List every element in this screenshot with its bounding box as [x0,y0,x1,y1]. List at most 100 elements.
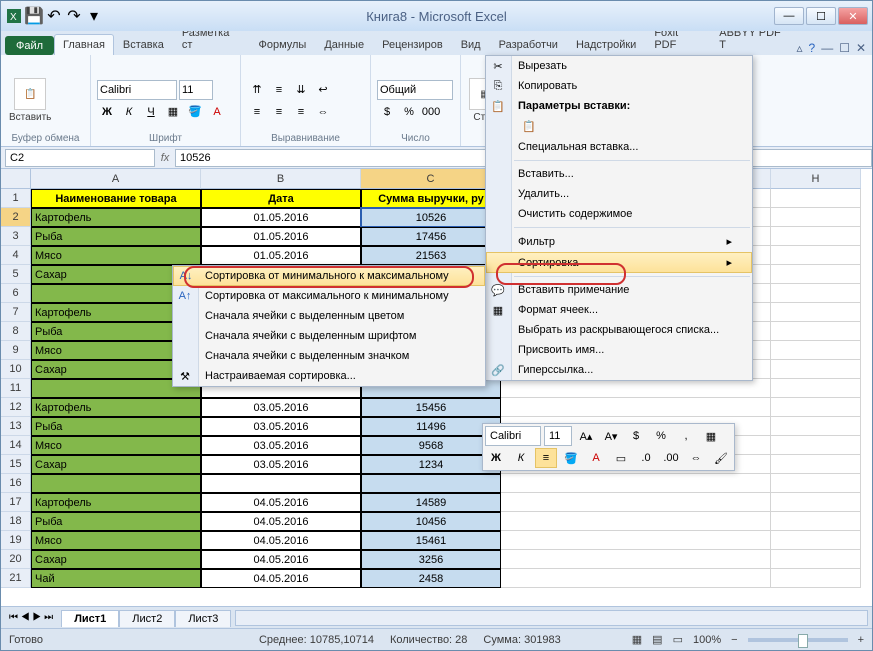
sheet-nav[interactable]: ⏮ ◀ ▶ ⏭ [1,612,61,623]
col-header-a[interactable]: A [31,169,201,189]
merge-button[interactable]: ⇔ [313,102,333,122]
row-header[interactable]: 6 [1,284,31,303]
underline-button[interactable]: Ч [141,102,161,122]
row-header[interactable]: 10 [1,360,31,379]
maximize-button[interactable]: ☐ [806,7,836,25]
mini-italic-button[interactable]: К [510,448,532,468]
ctx-sort-custom[interactable]: ⚒Настраиваемая сортировка... [173,366,485,386]
cell[interactable]: 03.05.2016 [201,417,361,436]
zoom-level[interactable]: 100% [693,634,721,646]
cell[interactable] [771,512,861,531]
row-header[interactable]: 5 [1,265,31,284]
cell[interactable]: 1234 [361,455,501,474]
row-header[interactable]: 3 [1,227,31,246]
mini-align-button[interactable]: ≡ [535,448,557,468]
cell[interactable]: Рыба [31,417,201,436]
align-bot-button[interactable]: ⇊ [291,80,311,100]
cell[interactable]: Мясо [31,436,201,455]
help-icon[interactable]: ? [809,41,816,55]
cell[interactable]: 14589 [361,493,501,512]
row-header[interactable]: 8 [1,322,31,341]
tab-formulas[interactable]: Формулы [249,34,315,55]
cell[interactable] [771,341,861,360]
cell[interactable] [771,550,861,569]
cell[interactable]: 04.05.2016 [201,512,361,531]
cell[interactable]: Рыба [31,227,201,246]
tab-developer[interactable]: Разработчи [490,34,567,55]
cell[interactable]: Чай [31,569,201,588]
ctx-sort[interactable]: Сортировка▸ [486,252,752,273]
cell[interactable] [501,398,771,417]
col-header-h[interactable]: H [771,169,861,189]
cell[interactable] [771,569,861,588]
align-top-button[interactable]: ⇈ [247,80,267,100]
cell[interactable] [771,531,861,550]
row-header[interactable]: 11 [1,379,31,398]
cell[interactable]: 2458 [361,569,501,588]
tab-view[interactable]: Вид [452,34,490,55]
grow-font-button[interactable]: A▴ [575,426,597,446]
tab-data[interactable]: Данные [315,34,373,55]
mini-comma-button[interactable]: , [675,426,697,446]
cell[interactable] [771,208,861,227]
cell[interactable]: 9568 [361,436,501,455]
mini-bold-button[interactable]: Ж [485,448,507,468]
tab-insert[interactable]: Вставка [114,34,173,55]
col-header-c[interactable]: C [361,169,501,189]
cell[interactable]: 17456 [361,227,501,246]
cell[interactable]: Картофель [31,493,201,512]
cell[interactable]: Картофель [31,208,201,227]
align-mid-button[interactable]: ≡ [269,80,289,100]
sheet-tab-1[interactable]: Лист1 [61,610,119,627]
cell[interactable]: Рыба [31,512,201,531]
ctx-sort-asc[interactable]: A↓Сортировка от минимального к максималь… [173,266,485,286]
col-header-b[interactable]: B [201,169,361,189]
border-button[interactable]: ▦ [163,102,183,122]
undo-icon[interactable]: ↶ [45,7,63,25]
mini-currency-button[interactable]: $ [625,426,647,446]
header-cell[interactable]: Сумма выручки, ру [361,189,501,208]
mini-border-button[interactable]: ▭ [610,448,632,468]
mini-borders-button[interactable]: ▦ [700,426,722,446]
ctx-hyperlink[interactable]: 🔗Гиперссылка... [486,360,752,380]
ctx-cut[interactable]: ✂Вырезать [486,56,752,76]
minimize-button[interactable]: — [774,7,804,25]
row-header[interactable]: 19 [1,531,31,550]
sheet-tab-2[interactable]: Лист2 [119,610,175,627]
view-normal-icon[interactable]: ▦ [632,633,642,646]
row-header[interactable]: 21 [1,569,31,588]
header-cell[interactable]: Наименование товара [31,189,201,208]
ctx-format[interactable]: ▦Формат ячеек... [486,300,752,320]
ctx-sort-desc[interactable]: A↑Сортировка от максимального к минималь… [173,286,485,306]
tab-home[interactable]: Главная [54,34,114,55]
cell[interactable]: Картофель [31,398,201,417]
row-header[interactable]: 12 [1,398,31,417]
paste-button[interactable]: 📋 Вставить [7,76,53,125]
ctx-clear[interactable]: Очистить содержимое [486,204,752,224]
currency-button[interactable]: $ [377,102,397,122]
row-header[interactable]: 15 [1,455,31,474]
cell[interactable]: 15461 [361,531,501,550]
cell[interactable]: 04.05.2016 [201,493,361,512]
tab-file[interactable]: Файл [5,36,54,55]
align-center-button[interactable]: ≡ [269,102,289,122]
cell[interactable]: 03.05.2016 [201,436,361,455]
percent-button[interactable]: % [399,102,419,122]
cell[interactable] [771,360,861,379]
ctx-paste-default[interactable]: 📋 [486,116,752,137]
cell[interactable] [501,512,771,531]
row-header[interactable]: 1 [1,189,31,208]
cell[interactable]: 11496 [361,417,501,436]
row-header[interactable]: 20 [1,550,31,569]
doc-close-icon[interactable]: ✕ [856,41,866,55]
cell[interactable] [771,436,861,455]
row-header[interactable]: 2 [1,208,31,227]
row-header[interactable]: 17 [1,493,31,512]
mini-percent-button[interactable]: % [650,426,672,446]
number-format-combo[interactable]: Общий [377,80,453,100]
cell[interactable]: 01.05.2016 [201,208,361,227]
cell[interactable] [771,474,861,493]
italic-button[interactable]: К [119,102,139,122]
cell[interactable] [771,398,861,417]
cell[interactable]: 21563 [361,246,501,265]
